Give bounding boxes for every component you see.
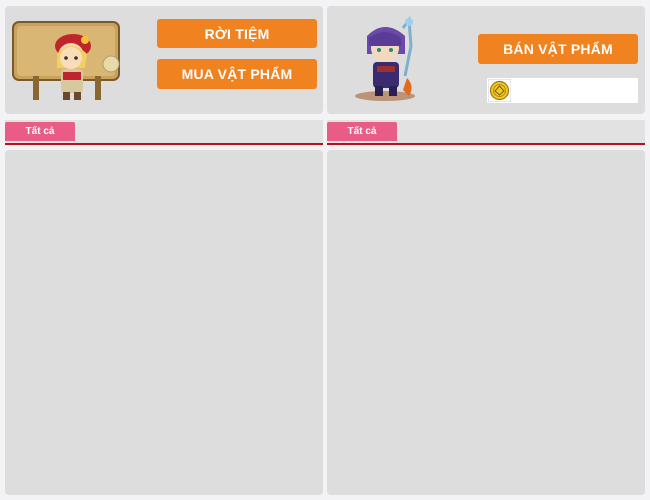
player-tab-bar: Tất cả: [327, 120, 645, 145]
gold-coin-icon: [488, 79, 511, 102]
buy-items-button[interactable]: MUA VẬT PHẨM: [157, 59, 317, 89]
shop-header-panel: RỜI TIỆM MUA VẬT PHẨM: [5, 6, 323, 114]
shop-item-list[interactable]: [5, 150, 323, 495]
player-character-icon: [355, 15, 415, 101]
player-avatar: [347, 15, 423, 104]
player-item-list[interactable]: [327, 150, 645, 495]
tab-all-shop[interactable]: Tất cả: [5, 122, 75, 141]
sell-items-button[interactable]: BÁN VẬT PHẨM: [478, 34, 638, 64]
leave-shop-button[interactable]: RỜI TIỆM: [157, 19, 317, 48]
shop-tab-bar: Tất cả: [5, 120, 323, 145]
shopkeeper-avatar: [11, 16, 123, 102]
currency-display: [487, 78, 638, 103]
shopkeeper-with-sign-icon: [12, 21, 120, 100]
tab-all-player[interactable]: Tất cả: [327, 122, 397, 141]
